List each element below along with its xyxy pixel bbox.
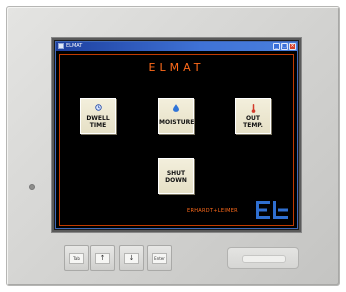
enter-key-label: Enter: [152, 253, 167, 264]
brand-text: ERHARDT+LEIMER: [187, 208, 238, 214]
dwell-time-label-line1: DWELL: [86, 115, 110, 122]
window-title: ELMAT: [66, 43, 83, 49]
thermometer-icon: [236, 104, 270, 115]
usb-port-cover: [227, 247, 299, 269]
out-temp-button[interactable]: OUT TEMP.: [235, 98, 271, 134]
shut-down-button[interactable]: SHUT DOWN: [158, 158, 194, 194]
up-arrow-key[interactable]: ↑: [90, 245, 115, 271]
enter-key[interactable]: Enter: [147, 245, 172, 271]
dwell-time-button[interactable]: DWELL TIME: [80, 98, 116, 134]
app-window-icon: [58, 43, 64, 49]
up-arrow-icon: ↑: [95, 253, 110, 264]
moisture-button[interactable]: MOISTURE: [158, 98, 194, 134]
minimize-button[interactable]: _: [273, 43, 280, 50]
water-drop-icon: [159, 104, 193, 114]
dwell-time-label-line2: TIME: [89, 122, 107, 129]
erhardt-leimer-logo: [256, 201, 288, 219]
app-title: ELMAT: [148, 61, 205, 74]
close-button[interactable]: ×: [289, 43, 296, 50]
shut-down-label-line2: DOWN: [165, 177, 187, 184]
shut-down-label-line1: SHUT: [166, 170, 186, 177]
usb-slot: [242, 255, 286, 263]
close-icon: ×: [290, 43, 295, 49]
maximize-button[interactable]: □: [281, 43, 288, 50]
down-arrow-key[interactable]: ↓: [119, 245, 144, 271]
tab-key-label: Tab: [69, 253, 84, 264]
minimize-icon: _: [275, 43, 278, 49]
clock-icon: [81, 104, 115, 113]
hmi-panel: ELMAT DWELL TIME MOISTURE OUT TEMP. SHUT…: [59, 54, 294, 226]
moisture-label: MOISTURE: [159, 119, 195, 126]
out-temp-label-line2: TEMP.: [243, 122, 263, 129]
window-titlebar[interactable]: ELMAT _ □ ×: [56, 42, 297, 51]
down-arrow-icon: ↓: [124, 253, 139, 264]
out-temp-label-line1: OUT: [245, 115, 261, 122]
power-led-indicator: [29, 184, 35, 190]
maximize-icon: □: [282, 43, 287, 49]
app-window: ELMAT _ □ × ELMAT DWELL TIME MOISTURE OU…: [55, 41, 298, 229]
tab-key[interactable]: Tab: [64, 245, 89, 271]
